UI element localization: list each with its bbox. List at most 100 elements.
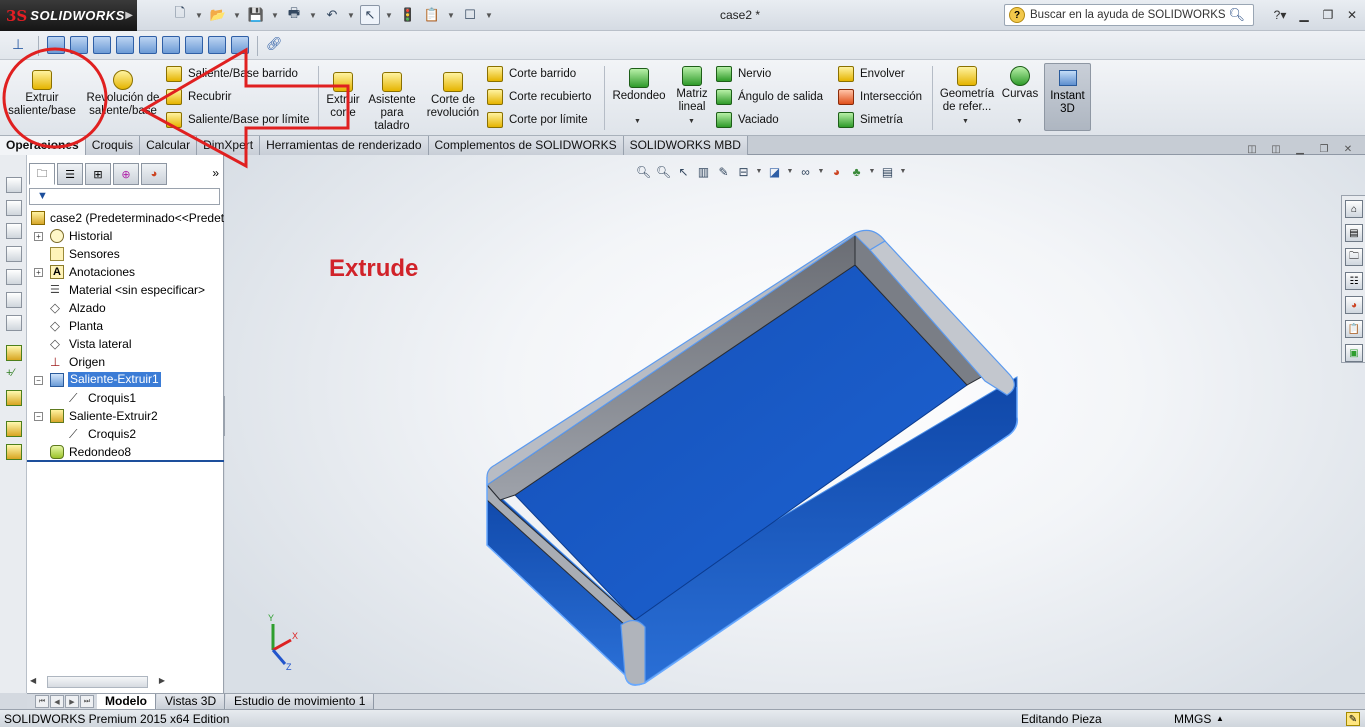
view-box-icon[interactable] <box>6 246 22 262</box>
open-folder-icon[interactable]: 📂 <box>208 5 228 25</box>
rib-button[interactable]: Nervio <box>716 66 771 82</box>
minimize-doc-icon[interactable]: ▁ <box>1293 143 1307 155</box>
menu-expand-icon[interactable]: ▶ <box>125 10 133 21</box>
rebuild-icon[interactable]: 🚦 <box>398 5 418 25</box>
chevron-down-icon[interactable]: ▼ <box>446 5 456 25</box>
last-tab-icon[interactable]: ⏭ <box>80 695 94 708</box>
tree-item-sensores[interactable]: Sensores <box>27 245 224 263</box>
link-views-icon[interactable]: 🔗︎ <box>266 36 284 54</box>
file-properties-icon[interactable]: 📋 <box>422 5 442 25</box>
feature-tree-tab-icon[interactable]: 🗀 <box>29 163 55 185</box>
help-menu-icon[interactable]: ?▾ <box>1271 6 1289 24</box>
tree-item-saliente-extruir2[interactable]: − Saliente-Extruir2 <box>27 407 224 425</box>
expand-icon[interactable]: + <box>34 268 43 277</box>
normal-to-icon[interactable]: ⊥ <box>12 36 30 54</box>
close-icon[interactable]: ✕ <box>1343 6 1361 24</box>
feature-icon[interactable] <box>6 444 22 460</box>
hole-wizard-button[interactable]: Asistente para taladro <box>366 72 418 133</box>
collapse-icon[interactable]: − <box>34 376 43 385</box>
appearances-icon[interactable]: ◕ <box>1345 296 1363 314</box>
tree-filter-input[interactable]: ▼ <box>29 188 220 205</box>
tree-item-origen[interactable]: ⊥ Origen <box>27 353 224 371</box>
intersect-button[interactable]: Intersección <box>838 89 922 105</box>
restore-doc-icon[interactable]: ❐ <box>1317 143 1331 155</box>
tab-croquis[interactable]: Croquis <box>85 136 141 155</box>
bottom-view-icon[interactable] <box>162 36 180 54</box>
help-search-input[interactable]: ? Buscar en la ayuda de SOLIDWORKS 🔍︎ <box>1004 4 1254 26</box>
dimxpert-manager-tab-icon[interactable]: ⊕ <box>113 163 139 185</box>
edit-pencil-icon[interactable]: ✎ <box>1346 712 1360 726</box>
boundary-boss-button[interactable]: Saliente/Base por límite <box>166 112 309 128</box>
chevron-down-icon[interactable]: ▼ <box>194 5 204 25</box>
sketch-tool-icon[interactable] <box>6 345 22 361</box>
back-view-icon[interactable] <box>70 36 88 54</box>
isometric-view-icon[interactable] <box>185 36 203 54</box>
tab-modelo[interactable]: Modelo <box>97 694 156 709</box>
view-box-icon[interactable] <box>6 177 22 193</box>
tree-item-historial[interactable]: + Historial <box>27 227 224 245</box>
prev-tab-icon[interactable]: ◀ <box>50 695 64 708</box>
wrap-button[interactable]: Envolver <box>838 66 905 82</box>
solidworks-logo[interactable]: 3S SOLIDWORKS ▶ <box>0 0 137 31</box>
tile-horizontal-icon[interactable]: ◫ <box>1245 143 1259 155</box>
rollback-bar[interactable] <box>27 460 224 462</box>
revolve-boss-button[interactable]: Revolución de saliente/base <box>86 70 160 118</box>
home-icon[interactable]: ⌂ <box>1345 200 1363 218</box>
display-manager-tab-icon[interactable]: ◕ <box>141 163 167 185</box>
scroll-left-icon[interactable]: ◀ <box>30 676 36 685</box>
new-document-icon[interactable]: 🗋 <box>170 5 190 25</box>
view-box-icon[interactable] <box>6 315 22 331</box>
trimetric-view-icon[interactable] <box>208 36 226 54</box>
tab-mbd[interactable]: SOLIDWORKS MBD <box>623 136 748 155</box>
view-box-icon[interactable] <box>6 269 22 285</box>
chevron-down-icon[interactable]: ▼ <box>484 5 494 25</box>
tree-item-anotaciones[interactable]: + A Anotaciones <box>27 263 224 281</box>
expand-icon[interactable]: + <box>34 232 43 241</box>
revolved-cut-button[interactable]: Corte de revolución <box>424 72 482 120</box>
extrude-boss-button[interactable]: Extruir saliente/base <box>6 70 78 118</box>
scroll-right-icon[interactable]: ▶ <box>159 676 165 685</box>
forum-icon[interactable]: ▣ <box>1345 344 1363 362</box>
tab-dimxpert[interactable]: DimXpert <box>197 136 261 155</box>
linear-pattern-button[interactable]: Matriz lineal <box>673 66 711 114</box>
loft-button[interactable]: Recubrir <box>166 89 231 105</box>
configuration-manager-tab-icon[interactable]: ⊞ <box>85 163 111 185</box>
graphics-area[interactable]: 🔍︎ 🔍︎ ↖ ▥ ✎ ⊟ ▼ ◪ ▼ ∞ ▼ ◕ ♣ ▼ ▤ ▼ Extrude <box>225 155 1365 693</box>
select-arrow-icon[interactable]: ↖ <box>360 5 380 25</box>
swept-cut-button[interactable]: Corte barrido <box>487 66 576 82</box>
first-tab-icon[interactable]: ⏮ <box>35 695 49 708</box>
tree-item-croquis2[interactable]: ⟋ Croquis2 <box>27 425 224 443</box>
tree-item-planta[interactable]: ◇ Planta <box>27 317 224 335</box>
view-box-icon[interactable] <box>6 200 22 216</box>
save-icon[interactable]: 💾 <box>246 5 266 25</box>
chevron-down-icon[interactable]: ▼ <box>270 5 280 25</box>
extruded-cut-button[interactable]: Extruir corte <box>322 72 364 120</box>
tile-vertical-icon[interactable]: ◫ <box>1269 143 1283 155</box>
mirror-button[interactable]: Simetría <box>838 112 903 128</box>
tree-root-part[interactable]: case2 (Predeterminado<<Predet <box>27 209 224 227</box>
units-chevron-icon[interactable]: ▲ <box>1216 710 1224 727</box>
chevron-down-icon[interactable]: ▼ <box>346 5 356 25</box>
relations-icon[interactable] <box>6 390 22 406</box>
print-icon[interactable]: 🖶 <box>284 5 304 25</box>
curves-button[interactable]: Curvas <box>1000 66 1040 101</box>
tab-vistas-3d[interactable]: Vistas 3D <box>157 694 226 709</box>
left-view-icon[interactable] <box>93 36 111 54</box>
view-palette-icon[interactable]: ☷ <box>1345 272 1363 290</box>
design-library-icon[interactable]: ▤ <box>1345 224 1363 242</box>
dimetric-view-icon[interactable] <box>231 36 249 54</box>
reference-geometry-button[interactable]: Geometría de refer... <box>936 66 998 114</box>
more-tabs-icon[interactable]: » <box>212 166 219 180</box>
reference-geometry-dropdown-icon[interactable]: ▼ <box>962 118 969 125</box>
options-icon[interactable]: ☐ <box>460 5 480 25</box>
chevron-down-icon[interactable]: ▼ <box>232 5 242 25</box>
draft-button[interactable]: Ángulo de salida <box>716 89 823 105</box>
collapse-icon[interactable]: − <box>34 412 43 421</box>
right-view-icon[interactable] <box>116 36 134 54</box>
tree-item-alzado[interactable]: ◇ Alzado <box>27 299 224 317</box>
smart-dimension-icon[interactable]: +⁄ <box>6 367 22 383</box>
shell-button[interactable]: Vaciado <box>716 112 779 128</box>
tab-calcular[interactable]: Calcular <box>140 136 198 155</box>
lofted-cut-button[interactable]: Corte recubierto <box>487 89 591 105</box>
tree-item-material[interactable]: ☰ Material <sin especificar> <box>27 281 224 299</box>
